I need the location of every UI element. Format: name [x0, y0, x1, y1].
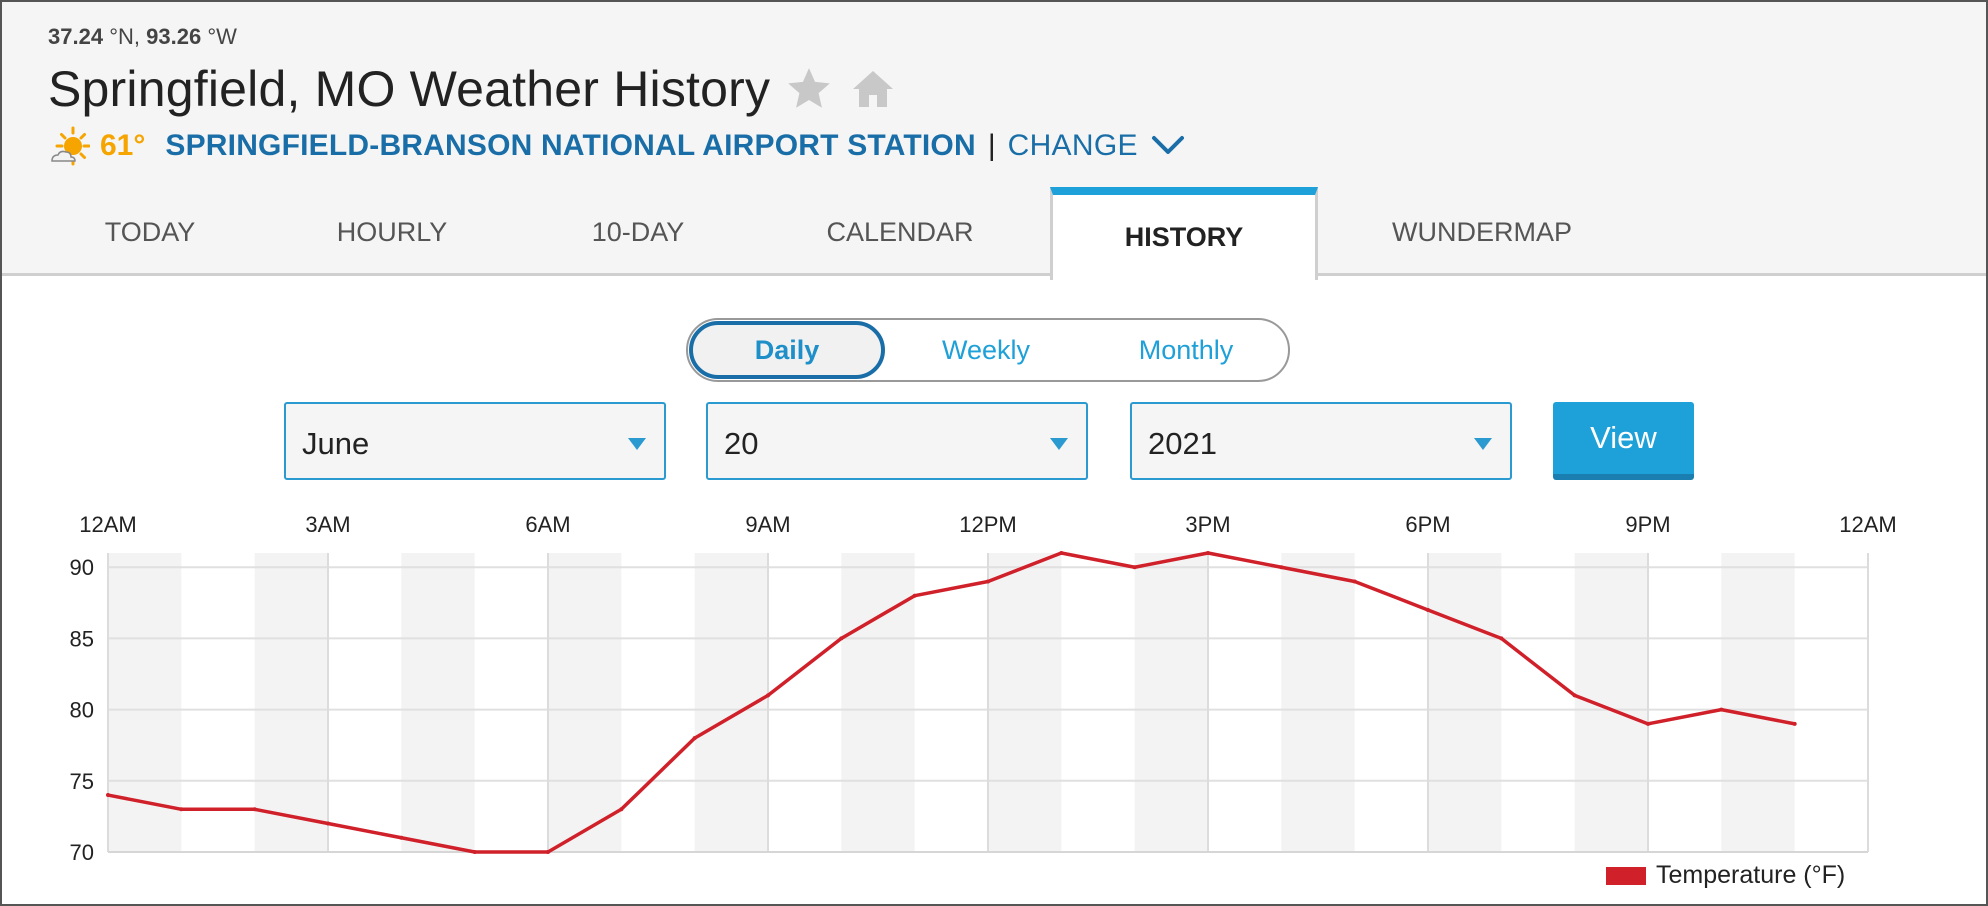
temperature-data-point	[1499, 636, 1504, 641]
daily-toggle-button[interactable]: Daily	[689, 321, 885, 379]
tab-hourly[interactable]: HOURLY	[292, 188, 492, 276]
temperature-data-point	[1792, 721, 1797, 726]
tab-history[interactable]: HISTORY	[1050, 187, 1318, 280]
temperature-chart: 12AM 3AM 6AM 9AM 12PM 3PM 6PM 9PM 12AM 70 75 80 85 90…	[70, 512, 1897, 889]
temperature-data-point	[839, 636, 844, 641]
x-tick-label: 6AM	[525, 512, 570, 537]
x-tick-label: 12AM	[79, 512, 136, 537]
favorite-star-icon[interactable]	[784, 64, 834, 114]
partly-sunny-icon	[51, 126, 90, 166]
caret-down-icon	[628, 438, 646, 450]
period-toggle: Daily Weekly Monthly	[686, 318, 1290, 382]
caret-down-icon	[1050, 438, 1068, 450]
latitude-value: 37.24	[48, 24, 104, 49]
legend-swatch	[1606, 867, 1646, 885]
title-row: Springfield, MO Weather History	[48, 60, 898, 118]
weekly-toggle-button[interactable]: Weekly	[888, 320, 1084, 380]
y-tick-label: 70	[70, 840, 94, 865]
temperature-data-point	[1352, 579, 1357, 584]
temperature-data-point	[1206, 551, 1210, 555]
temperature-data-point	[179, 807, 184, 812]
day-select[interactable]: 20	[706, 402, 1088, 480]
hour-band	[254, 553, 328, 852]
x-tick-label: 12AM	[1839, 512, 1896, 537]
temperature-series-line	[107, 551, 1796, 854]
temperature-data-point	[1572, 693, 1577, 698]
y-tick-label: 85	[70, 626, 94, 651]
tab-wundermap[interactable]: WUNDERMAP	[1364, 188, 1600, 276]
tab-calendar[interactable]: CALENDAR	[790, 188, 1010, 276]
hour-band	[1428, 553, 1502, 852]
temperature-data-point	[912, 593, 917, 598]
hour-band	[548, 553, 622, 852]
station-row: 61° SPRINGFIELD-BRANSON NATIONAL AIRPORT…	[48, 124, 1186, 168]
temperature-data-point	[692, 736, 697, 741]
temperature-data-point	[1426, 607, 1430, 612]
view-button[interactable]: View	[1553, 402, 1694, 480]
caret-down-icon	[1474, 438, 1492, 450]
latitude-unit: °N,	[109, 24, 140, 49]
x-tick-label: 9AM	[745, 512, 790, 537]
location-header: 37.24 °N, 93.26 °W Springfield, MO Weath…	[2, 2, 1988, 280]
page-title: Springfield, MO Weather History	[48, 61, 771, 117]
month-select-value: June	[302, 426, 370, 461]
monthly-toggle-button[interactable]: Monthly	[1088, 320, 1284, 380]
tab-today[interactable]: TODAY	[50, 188, 250, 276]
temperature-data-point	[1279, 565, 1284, 570]
temperature-data-point	[546, 850, 550, 854]
current-temperature: 61°	[100, 129, 146, 162]
hour-band	[1574, 553, 1648, 852]
chevron-down-icon[interactable]	[1150, 134, 1186, 158]
longitude-unit: °W	[207, 24, 237, 49]
y-tick-label: 75	[70, 769, 94, 794]
temperature-data-point	[766, 693, 770, 698]
station-name-link[interactable]: SPRINGFIELD-BRANSON NATIONAL AIRPORT STA…	[165, 129, 975, 163]
hour-band	[988, 553, 1062, 852]
tab-10-day[interactable]: 10-DAY	[538, 188, 738, 276]
year-select[interactable]: 2021	[1130, 402, 1512, 480]
y-tick-label: 90	[70, 555, 94, 580]
x-tick-label: 3AM	[305, 512, 350, 537]
temperature-data-point	[326, 821, 330, 826]
temperature-data-point	[986, 579, 990, 584]
hour-band	[1134, 553, 1208, 852]
x-tick-label: 3PM	[1185, 512, 1230, 537]
temperature-data-point	[1132, 565, 1137, 570]
year-select-value: 2021	[1148, 426, 1217, 461]
x-tick-label: 6PM	[1405, 512, 1450, 537]
temperature-data-point	[1646, 721, 1650, 726]
home-icon[interactable]	[848, 65, 898, 113]
temperature-data-point	[472, 850, 477, 854]
temperature-data-point	[399, 835, 404, 840]
hour-band	[1721, 553, 1795, 852]
temperature-data-point	[1059, 551, 1064, 555]
change-station-button[interactable]: CHANGE	[1008, 129, 1138, 163]
legend-label: Temperature (°F)	[1656, 861, 1845, 889]
hour-band	[1281, 553, 1355, 852]
x-tick-label: 9PM	[1625, 512, 1670, 537]
day-select-value: 20	[724, 426, 759, 461]
temperature-data-point	[619, 807, 624, 812]
separator: |	[987, 129, 996, 162]
hour-band	[401, 553, 475, 852]
x-tick-label: 12PM	[959, 512, 1016, 537]
month-select[interactable]: June	[284, 402, 666, 480]
temperature-data-point	[1719, 707, 1724, 712]
temperature-data-point	[106, 793, 110, 798]
hour-band	[841, 553, 915, 852]
longitude-value: 93.26	[146, 24, 202, 49]
temperature-data-point	[252, 807, 257, 812]
coordinates: 37.24 °N, 93.26 °W	[48, 24, 237, 50]
y-tick-label: 80	[70, 698, 94, 723]
forecast-tabs: TODAY HOURLY 10-DAY CALENDAR HISTORY WUN…	[4, 187, 1988, 280]
